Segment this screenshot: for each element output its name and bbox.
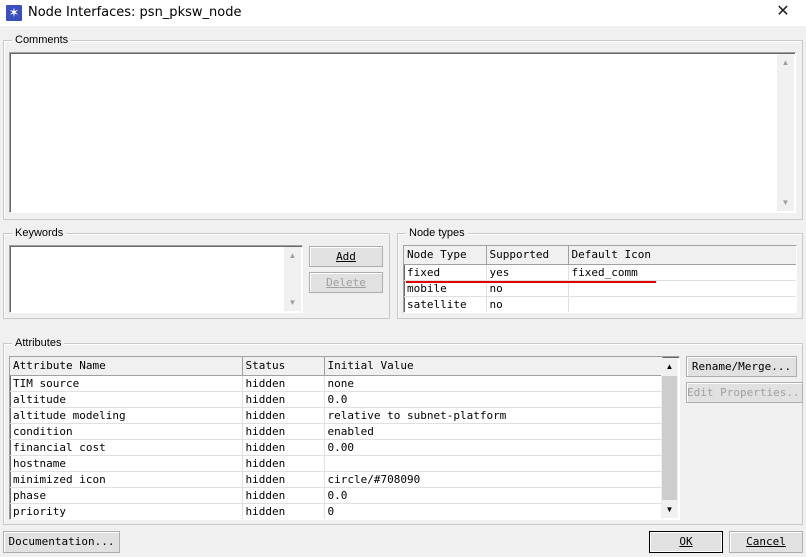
cancel-label: Cancel [746, 535, 786, 548]
column-header-status[interactable]: Status [242, 357, 325, 376]
opnet-star-icon: ✶ [6, 5, 22, 21]
delete-keyword-button[interactable]: Delete [309, 272, 383, 293]
attribute-name-cell[interactable]: phase [10, 487, 243, 504]
table-row[interactable]: satellite no [404, 296, 796, 312]
comments-scrollbar[interactable]: ▲ ▼ [777, 54, 794, 211]
initial-value-cell[interactable]: 0.0 [324, 487, 663, 504]
keywords-label: Keywords [12, 226, 67, 240]
close-button[interactable]: ✕ [770, 1, 796, 23]
table-row[interactable]: fixed yes fixed_comm [404, 264, 796, 281]
cancel-button[interactable]: Cancel [729, 531, 803, 553]
node-types-header-row: Node Type Supported Default Icon [404, 246, 796, 265]
column-header-supported[interactable]: Supported [486, 246, 569, 265]
attribute-name-cell[interactable]: TIM source [10, 375, 243, 392]
node-types-label: Node types [406, 226, 468, 240]
status-cell[interactable]: hidden [242, 423, 325, 440]
edit-properties-label: Edit Properties... [687, 386, 803, 399]
node-type-cell[interactable]: satellite [404, 296, 487, 312]
column-header-attribute-name[interactable]: Attribute Name [10, 357, 243, 376]
attribute-name-cell[interactable]: condition [10, 423, 243, 440]
status-cell[interactable]: hidden [242, 391, 325, 408]
default-icon-cell[interactable]: fixed_comm [568, 264, 796, 281]
attribute-name-cell[interactable]: financial cost [10, 439, 243, 456]
status-cell[interactable]: hidden [242, 375, 325, 392]
rename-merge-label: Rename/Merge... [691, 360, 792, 373]
scrollbar-thumb[interactable] [662, 376, 677, 500]
table-row[interactable]: TIM source hidden none [10, 375, 663, 392]
column-header-initial-value[interactable]: Initial Value [324, 357, 663, 376]
attributes-table-frame: Attribute Name Status Initial Value TIM … [9, 356, 680, 520]
initial-value-cell[interactable] [324, 455, 663, 472]
table-row[interactable]: altitude modeling hidden relative to sub… [10, 407, 663, 424]
supported-cell[interactable]: yes [486, 264, 569, 281]
table-row[interactable]: minimized icon hidden circle/#708090 [10, 471, 663, 488]
keywords-list[interactable]: ▲ ▼ [9, 245, 303, 313]
documentation-button[interactable]: Documentation... [3, 531, 120, 553]
attributes-label: Attributes [12, 336, 65, 350]
attribute-name-cell[interactable]: priority [10, 503, 243, 519]
attribute-name-cell[interactable]: minimized icon [10, 471, 243, 488]
initial-value-cell[interactable]: 0.00 [324, 439, 663, 456]
red-underline-annotation [406, 281, 656, 283]
initial-value-cell[interactable]: relative to subnet-platform [324, 407, 663, 424]
ok-button[interactable]: OK [649, 531, 723, 553]
table-row[interactable]: priority hidden 0 [10, 503, 663, 519]
table-row[interactable]: condition hidden enabled [10, 423, 663, 440]
initial-value-cell[interactable]: 0 [324, 503, 663, 519]
scroll-up-icon[interactable]: ▲ [777, 54, 794, 71]
initial-value-cell[interactable]: enabled [324, 423, 663, 440]
scroll-down-icon[interactable]: ▼ [284, 294, 301, 311]
scroll-down-icon[interactable]: ▼ [777, 194, 794, 211]
documentation-label: Documentation... [8, 535, 115, 548]
scroll-down-icon[interactable]: ▼ [661, 501, 678, 518]
attribute-name-cell[interactable]: altitude [10, 391, 243, 408]
keywords-scrollbar[interactable]: ▲ ▼ [284, 247, 301, 311]
status-cell[interactable]: hidden [242, 455, 325, 472]
column-header-default-icon[interactable]: Default Icon [568, 246, 796, 265]
window-title: Node Interfaces: psn_pksw_node [28, 5, 242, 20]
initial-value-cell[interactable]: none [324, 375, 663, 392]
status-cell[interactable]: hidden [242, 439, 325, 456]
node-types-table: Node Type Supported Default Icon fixed y… [404, 246, 796, 312]
status-cell[interactable]: hidden [242, 503, 325, 519]
attribute-name-cell[interactable]: altitude modeling [10, 407, 243, 424]
initial-value-cell[interactable]: 0.0 [324, 391, 663, 408]
initial-value-cell[interactable]: circle/#708090 [324, 471, 663, 488]
table-row[interactable]: financial cost hidden 0.00 [10, 439, 663, 456]
status-cell[interactable]: hidden [242, 471, 325, 488]
comments-text [10, 53, 795, 57]
comments-label: Comments [12, 33, 72, 47]
attributes-scrollbar[interactable]: ▲ ▼ [661, 358, 678, 518]
scroll-up-icon[interactable]: ▲ [284, 247, 301, 264]
table-row[interactable]: phase hidden 0.0 [10, 487, 663, 504]
ok-label: OK [679, 535, 693, 548]
delete-keyword-label: Delete [326, 276, 366, 289]
default-icon-cell[interactable] [568, 296, 796, 312]
title-bar: ✶ Node Interfaces: psn_pksw_node ✕ [0, 0, 806, 26]
attributes-header-row: Attribute Name Status Initial Value [10, 357, 663, 376]
attributes-table: Attribute Name Status Initial Value TIM … [10, 357, 663, 519]
node-types-table-frame: Node Type Supported Default Icon fixed y… [403, 245, 797, 313]
rename-merge-button[interactable]: Rename/Merge... [686, 356, 797, 377]
scroll-up-icon[interactable]: ▲ [661, 358, 678, 375]
node-type-cell[interactable]: fixed [404, 264, 487, 281]
add-keyword-label: Add [336, 250, 356, 263]
supported-cell[interactable]: no [486, 296, 569, 312]
table-row[interactable]: altitude hidden 0.0 [10, 391, 663, 408]
status-cell[interactable]: hidden [242, 487, 325, 504]
attribute-name-cell[interactable]: hostname [10, 455, 243, 472]
table-row[interactable]: hostname hidden [10, 455, 663, 472]
add-keyword-button[interactable]: Add [309, 246, 383, 267]
edit-properties-button[interactable]: Edit Properties... [686, 382, 803, 403]
status-cell[interactable]: hidden [242, 407, 325, 424]
column-header-node-type[interactable]: Node Type [404, 246, 487, 265]
comments-textarea[interactable]: ▲ ▼ [9, 52, 796, 213]
